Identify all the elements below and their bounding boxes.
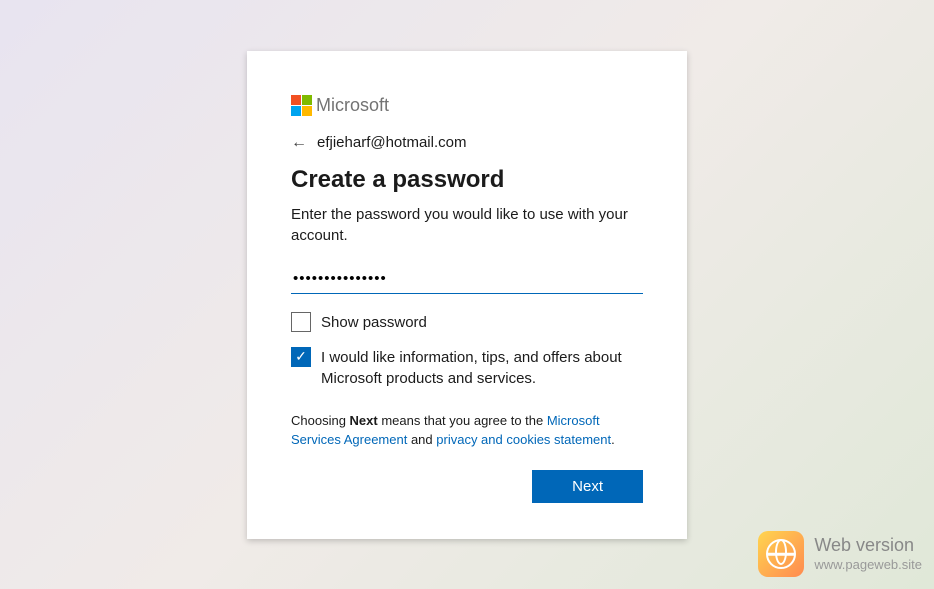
show-password-label: Show password <box>321 312 427 333</box>
account-email: efjieharf@hotmail.com <box>317 134 466 151</box>
microsoft-logo-icon <box>291 95 312 116</box>
offers-row: ✓ I would like information, tips, and of… <box>291 347 643 389</box>
next-button[interactable]: Next <box>532 470 643 503</box>
offers-checkbox[interactable]: ✓ <box>291 347 311 367</box>
legal-text: Choosing Next means that you agree to th… <box>291 411 643 450</box>
show-password-row: Show password <box>291 312 643 333</box>
microsoft-logo-text: Microsoft <box>316 95 389 116</box>
watermark: Web version www.pageweb.site <box>758 531 922 577</box>
password-input[interactable] <box>291 264 643 294</box>
watermark-title: Web version <box>814 535 922 557</box>
globe-icon <box>758 531 804 577</box>
watermark-url: www.pageweb.site <box>814 557 922 573</box>
page-title: Create a password <box>291 166 643 194</box>
show-password-checkbox[interactable] <box>291 312 311 332</box>
page-subtext: Enter the password you would like to use… <box>291 204 643 246</box>
legal-bold-next: Next <box>350 413 378 428</box>
microsoft-logo: Microsoft <box>291 95 643 116</box>
button-row: Next <box>291 470 643 503</box>
back-arrow-icon[interactable]: ← <box>291 134 307 152</box>
privacy-statement-link[interactable]: privacy and cookies statement <box>436 432 611 447</box>
account-identity-row: ← efjieharf@hotmail.com <box>291 134 643 152</box>
signup-card: Microsoft ← efjieharf@hotmail.com Create… <box>247 51 687 539</box>
offers-label: I would like information, tips, and offe… <box>321 347 643 389</box>
